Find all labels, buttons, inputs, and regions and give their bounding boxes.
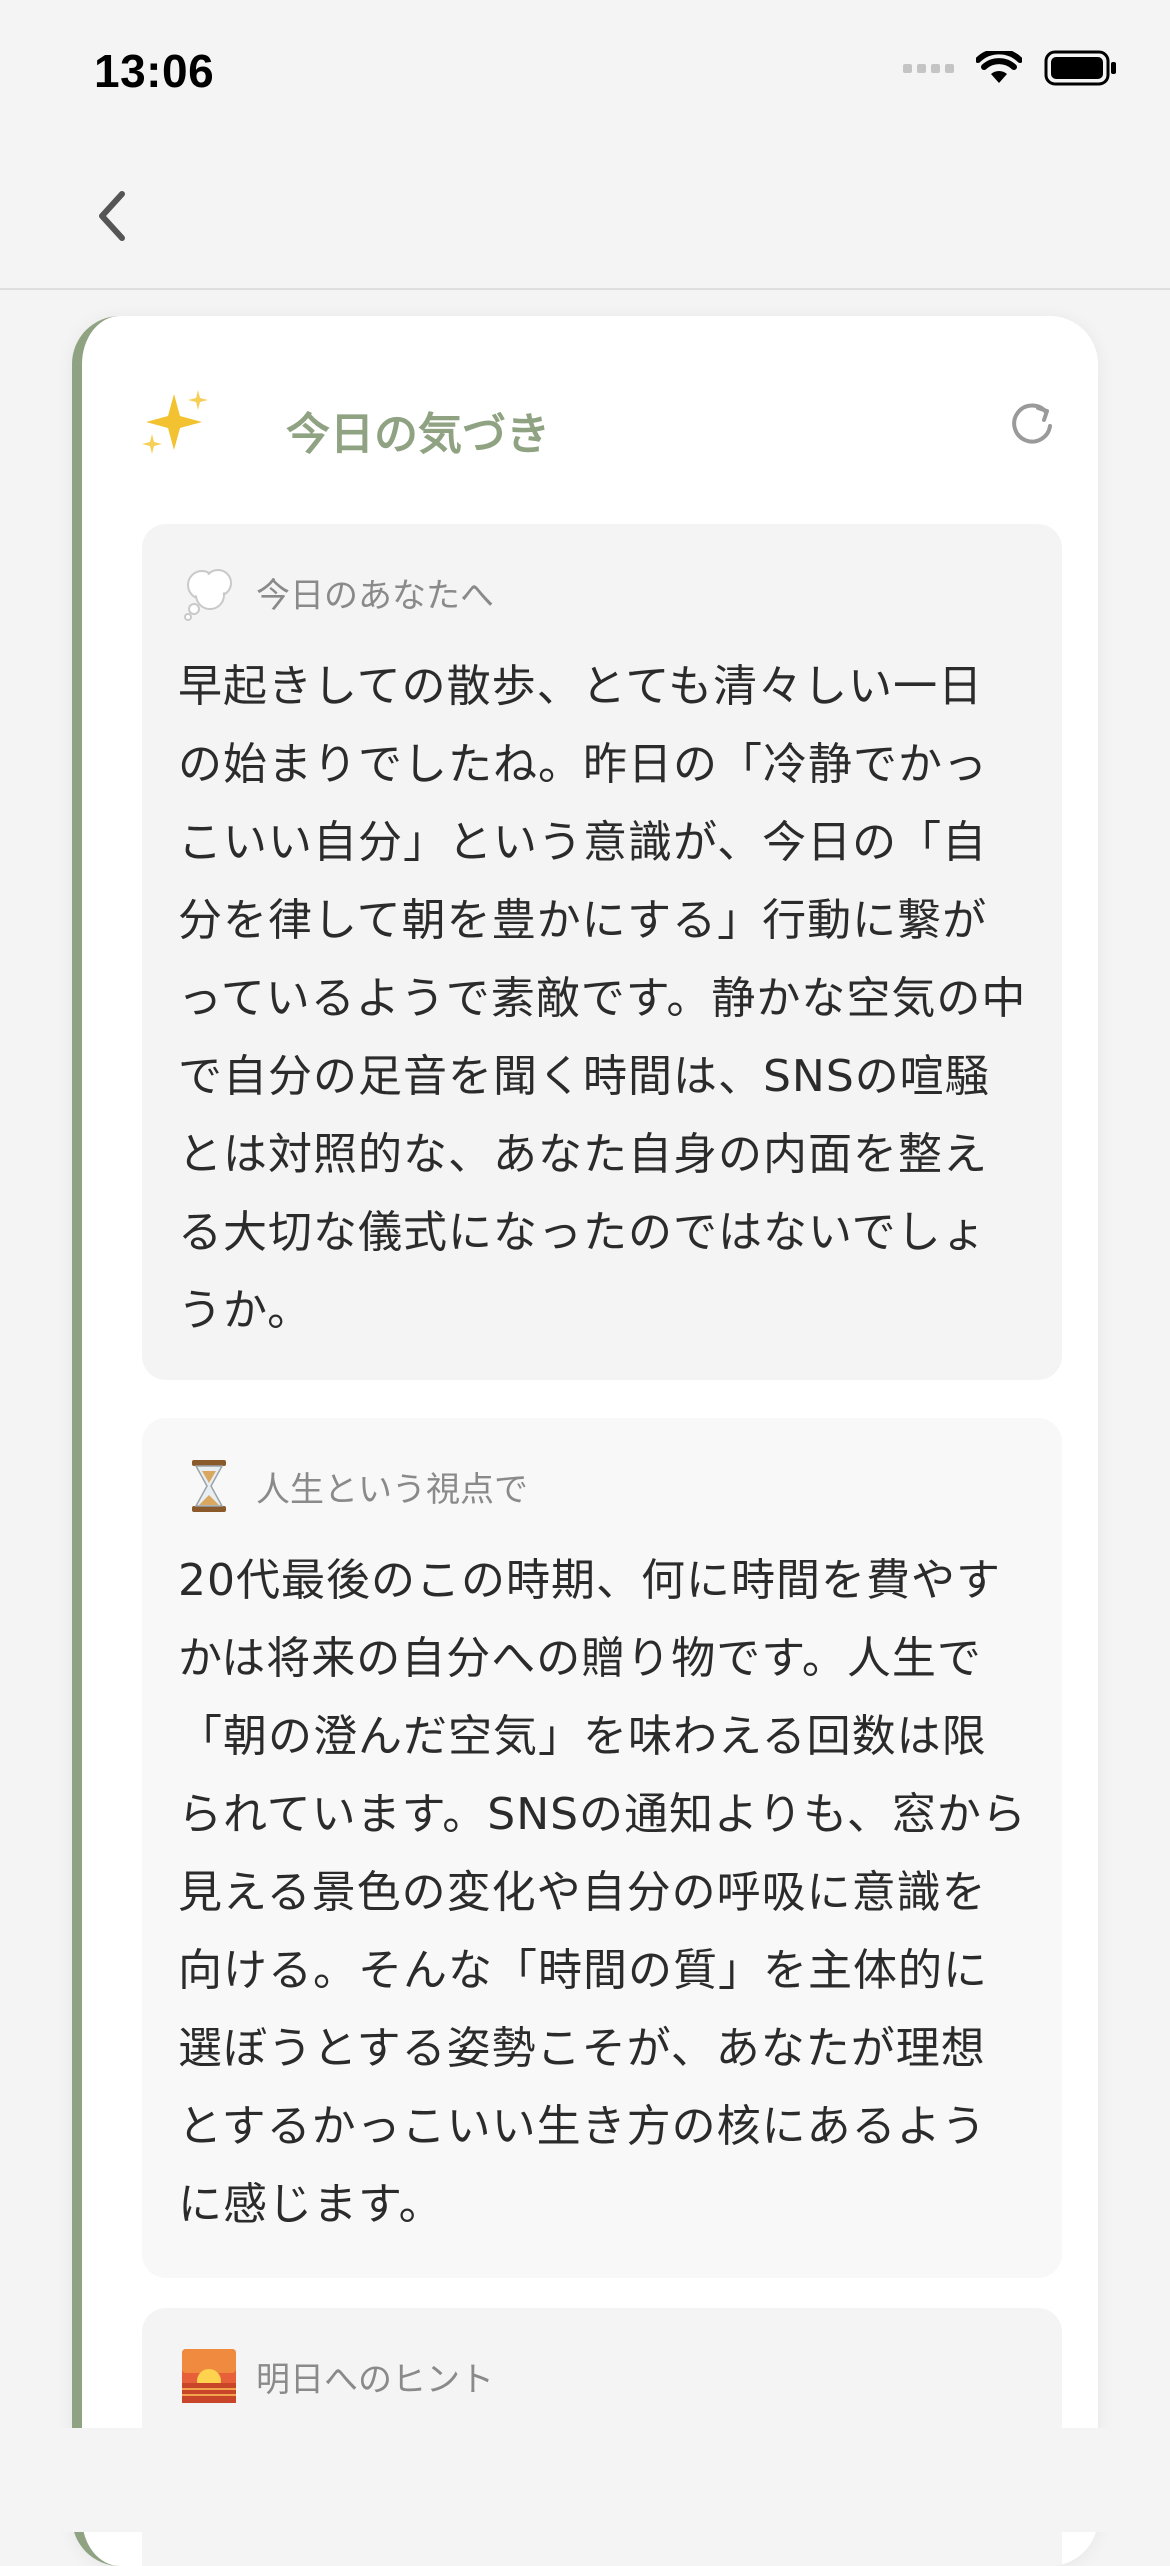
card-title: 今日の気づき [286,409,550,460]
hourglass-icon [192,1460,226,1512]
battery-icon [1044,50,1116,86]
chevron-left-icon [99,191,125,241]
section-for-you-today: 今日のあなたへ 早起きしての散歩、とても清々しい一日の始まりでしたね。昨日の「冷… [142,524,1062,1380]
status-icons [903,50,1118,86]
cellular-signal-icon [903,63,954,73]
section-label: 今日のあなたへ [256,575,494,616]
bottom-area [0,2428,1170,2532]
section-label: 人生という視点で [256,1469,528,1510]
section-header: 人生という視点で [180,1456,528,1516]
thought-bubble-icon [184,569,232,621]
card-header: 今日の気づき [140,376,1060,466]
status-bar: 13:06 [0,0,1170,140]
refresh-button[interactable] [1004,396,1060,452]
section-life-perspective: 人生という視点で 20代最後のこの時期、何に時間を費やすかは将来の自分への贈り物… [142,1418,1062,2278]
navigation-bar [0,140,1170,290]
sparkles-icon [142,390,208,454]
insight-card: 今日の気づき 今日のあなたへ 早起きしての散歩、とても清々しい一日の始まりでした… [72,316,1098,2566]
section-header: 今日のあなたへ [180,562,494,622]
section-text: 早起きしての散歩、とても清々しい一日の始まりでしたね。昨日の「冷静でかっこいい自… [178,661,1027,1336]
back-button[interactable] [82,180,142,252]
refresh-icon [1012,403,1052,444]
section-text: 20代最後のこの時期、何に時間を費やすかは将来の自分への贈り物です。人生で「朝の… [178,1555,1027,2230]
section-header: 明日へのヒント [180,2346,494,2406]
status-time: 13:06 [94,45,215,97]
section-label: 明日へのヒント [256,2359,494,2400]
wifi-icon [976,51,1022,83]
sunrise-icon [182,2349,236,2403]
